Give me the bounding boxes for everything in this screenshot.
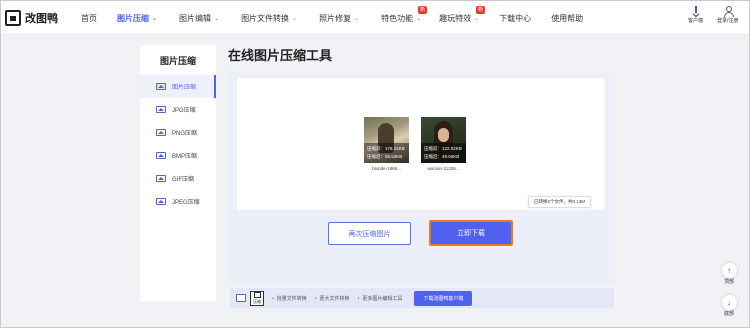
nav-item-image-edit[interactable]: 图片编辑 ⌄: [179, 1, 219, 35]
nav-label: 首页: [81, 13, 97, 23]
sidebar-item-image-compress[interactable]: 图片压缩: [140, 75, 216, 98]
size-overlay: 压缩前：176.22KB 压缩后：85.53KB: [364, 143, 409, 163]
nav-label: 使用帮助: [551, 13, 584, 23]
nav-label: 趣玩特效: [439, 13, 472, 23]
sidebar-item-bmp-compress[interactable]: BMP压缩: [140, 144, 216, 167]
chevron-down-icon: ⌄: [416, 15, 422, 22]
download-client-button[interactable]: 下载改图鸭客户端: [414, 290, 473, 306]
main-nav: 首页 图片压缩 ⌄ 图片编辑 ⌄ 图片文件转换 ⌄ 照片修复 ⌄ 特色功能 ⌄ 新 趣玩特…: [81, 1, 583, 35]
file-name: woman-11326...: [427, 166, 460, 171]
sidebar-item-label: BMP压缩: [172, 154, 198, 160]
file-card[interactable]: 压缩前：176.22KB 压缩后：85.53KB blonde-1866...: [364, 117, 409, 171]
nav-label: 图片压缩: [117, 13, 149, 23]
app-window: 改图鸭 首页 图片压缩 ⌄ 图片编辑 ⌄ 图片文件转换 ⌄ 照片修复 ⌄ 特色功能 ⌄ 新: [0, 0, 750, 328]
nav-item-special-features[interactable]: 特色功能 ⌄ 新: [381, 1, 428, 35]
compress-icon: 压缩: [250, 290, 264, 306]
chevron-down-icon: ⌄: [354, 15, 360, 22]
image-thumbnail: 压缩前：122.02KB 压缩后：49.65KB: [421, 117, 466, 163]
page-title: 在线图片压缩工具: [228, 48, 333, 63]
scroll-top-button[interactable]: ↑ 顶部: [719, 263, 739, 285]
sidebar-item-label: 图片压缩: [172, 85, 197, 91]
sidebar: 图片压缩 图片压缩 JPG压缩 PNG压缩 BMP压缩 GIF压缩 JPEG压缩: [140, 45, 216, 301]
download-now-button[interactable]: 立即下载: [431, 222, 511, 244]
chevron-down-icon: ⌄: [214, 15, 220, 22]
user-icon: [723, 6, 734, 17]
conversion-status: 已转换2个文件，共0.13M: [527, 196, 591, 208]
scroll-bottom-label: 底部: [723, 311, 734, 317]
image-icon: [236, 294, 246, 302]
nav-label: 照片修复: [319, 13, 352, 23]
compress-again-button[interactable]: 再次压缩图片: [328, 222, 411, 245]
nav-label: 图片文件转换: [241, 13, 290, 23]
chevron-down-icon: ⌄: [292, 15, 298, 22]
feature-batch-convert: 批量文件转换: [272, 295, 307, 302]
chevron-down-icon: ⌄: [474, 15, 480, 22]
size-before: 压缩前：176.22KB: [367, 146, 405, 151]
scroll-top-label: 顶部: [723, 279, 734, 285]
logo-icon: [5, 10, 21, 26]
sidebar-item-label: JPG压缩: [172, 108, 196, 114]
sidebar-item-jpeg-compress[interactable]: JPEG压缩: [140, 190, 216, 213]
logo[interactable]: 改图鸭: [5, 10, 58, 26]
client-label: 客户端: [688, 18, 704, 24]
file-name: blonde-1866...: [372, 166, 401, 171]
compress-icon-label: 压缩: [253, 298, 261, 304]
nav-label: 图片编辑: [179, 13, 212, 23]
sidebar-item-label: JPEG压缩: [172, 200, 200, 206]
nav-item-fun-effects[interactable]: 趣玩特效 ⌄ 新: [439, 1, 486, 35]
image-icon: [156, 83, 166, 90]
scroll-bottom-button[interactable]: ↓ 底部: [719, 295, 739, 317]
nav-item-download-center[interactable]: 下载中心: [499, 1, 531, 35]
chevron-down-icon: ⌄: [152, 15, 158, 22]
file-card[interactable]: 压缩前：122.02KB 压缩后：49.65KB woman-11326...: [421, 117, 466, 171]
nav-item-help[interactable]: 使用帮助: [551, 1, 583, 35]
feature-large-file: 更大文件转换: [315, 295, 350, 302]
nav-label: 特色功能: [381, 13, 414, 23]
arrow-down-icon: ↓: [721, 295, 737, 310]
sidebar-item-label: PNG压缩: [172, 131, 198, 137]
logo-text: 改图鸭: [25, 13, 58, 25]
new-badge: 新: [476, 6, 486, 14]
top-header: 改图鸭 首页 图片压缩 ⌄ 图片编辑 ⌄ 图片文件转换 ⌄ 照片修复 ⌄ 特色功能 ⌄ 新: [1, 1, 749, 35]
nav-label: 下载中心: [499, 13, 532, 23]
compress-panel: 压缩前：176.22KB 压缩后：85.53KB blonde-1866... …: [228, 71, 614, 283]
sidebar-title: 图片压缩: [159, 56, 196, 66]
nav-item-photo-repair[interactable]: 照片修复 ⌄: [319, 1, 359, 35]
image-icon: [156, 175, 166, 182]
sidebar-item-label: GIF压缩: [172, 177, 194, 183]
feature-more-tools: 更多图片编辑工具: [358, 295, 402, 302]
size-after: 压缩后：49.65KB: [424, 154, 460, 159]
nav-item-image-compress[interactable]: 图片压缩 ⌄: [117, 1, 157, 35]
sidebar-item-png-compress[interactable]: PNG压缩: [140, 121, 216, 144]
image-icon: [156, 106, 166, 113]
size-after: 压缩后：85.53KB: [367, 154, 403, 159]
size-before: 压缩前：122.02KB: [424, 146, 462, 151]
image-icon: [156, 152, 166, 159]
bottom-promo-bar: 压缩 批量文件转换 更大文件转换 更多图片编辑工具 下载改图鸭客户端: [230, 288, 614, 308]
image-icon: [156, 129, 166, 136]
download-button-highlight: 立即下载: [429, 220, 513, 246]
nav-item-home[interactable]: 首页: [81, 1, 97, 35]
arrow-up-icon: ↑: [721, 263, 737, 278]
size-overlay: 压缩前：122.02KB 压缩后：49.65KB: [421, 143, 466, 163]
sidebar-item-gif-compress[interactable]: GIF压缩: [140, 167, 216, 190]
sidebar-item-jpg-compress[interactable]: JPG压缩: [140, 98, 216, 121]
image-thumbnail: 压缩前：176.22KB 压缩后：85.53KB: [364, 117, 409, 163]
new-badge: 新: [418, 6, 428, 14]
login-label: 登录/注册: [717, 18, 739, 24]
result-area: 压缩前：176.22KB 压缩后：85.53KB blonde-1866... …: [237, 78, 605, 210]
nav-item-file-convert[interactable]: 图片文件转换 ⌄: [241, 1, 297, 35]
download-icon: [691, 6, 701, 17]
client-download[interactable]: 客户端: [688, 6, 703, 24]
login-register[interactable]: 登录/注册: [717, 6, 738, 24]
image-icon: [156, 198, 166, 205]
